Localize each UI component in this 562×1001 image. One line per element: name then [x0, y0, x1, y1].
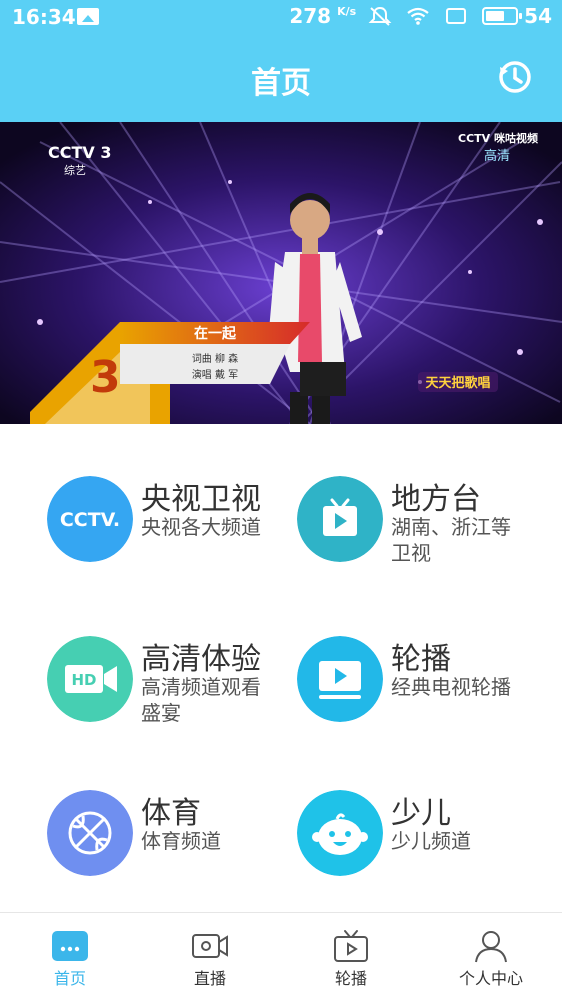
app-header: 16:34 278 K/s 54 首页 — [0, 0, 562, 122]
svg-text:3: 3 — [90, 352, 121, 403]
video-frame: CCTV 3 综艺 CCTV 咪咕视频 高清 3 在一起 词曲 柳 森 演唱 戴… — [0, 122, 562, 424]
category-name: 少儿 — [391, 796, 451, 831]
tv-icon — [297, 476, 383, 562]
category-desc: 高清频道观看盛宴 — [141, 675, 261, 725]
battery-level: 54 — [524, 4, 552, 28]
category-name: 央视卫视 — [141, 482, 261, 517]
category-carousel[interactable]: 轮播 经典电视轮播 — [297, 636, 547, 746]
net-speed-unit: K/s — [337, 4, 357, 18]
show-logo: 天天把歌唱 — [425, 375, 490, 391]
tab-label: 直播 — [193, 969, 226, 988]
corner-logo: CCTV 咪咕视频 — [458, 131, 538, 145]
battery-icon — [482, 7, 523, 25]
video-camera-icon — [192, 934, 228, 958]
channel-logo: CCTV 3 — [48, 143, 111, 162]
tab-label: 轮播 — [334, 969, 367, 988]
play-screen-icon — [297, 636, 383, 722]
category-name: 高清体验 — [141, 642, 261, 677]
home-icon — [52, 931, 88, 961]
category-local[interactable]: 地方台 湖南、浙江等卫视 — [297, 476, 547, 586]
tab-live[interactable]: 直播 — [140, 913, 280, 1001]
status-time: 16:34 — [12, 5, 76, 29]
mute-icon — [368, 6, 392, 26]
gallery-notification-icon — [77, 8, 99, 25]
status-bar: 16:34 278 K/s 54 — [0, 0, 562, 36]
category-name: 轮播 — [391, 642, 451, 677]
category-name: 体育 — [141, 796, 201, 831]
channel-sub: 综艺 — [64, 163, 86, 177]
category-desc: 体育频道 — [141, 829, 221, 853]
category-sports[interactable]: 体育 体育频道 — [47, 790, 297, 900]
wifi-icon — [407, 7, 429, 25]
svg-text:HD: HD — [71, 671, 96, 689]
history-icon[interactable] — [496, 58, 534, 96]
tab-label: 首页 — [53, 969, 86, 988]
sim-icon — [446, 8, 467, 24]
credit-line-2: 演唱 戴 军 — [192, 368, 238, 381]
category-desc: 经典电视轮播 — [391, 675, 511, 699]
bottom-tab-bar: 首页 直播 轮播 个人中心 — [0, 912, 562, 1000]
category-desc: 湖南、浙江等卫视 — [391, 515, 511, 565]
status-right: 278 K/s 54 — [289, 4, 552, 28]
person-icon — [475, 931, 507, 963]
category-name: 地方台 — [391, 482, 481, 517]
net-speed: 278 — [289, 4, 332, 28]
cctv-icon: CCTV. — [47, 476, 133, 562]
page-title: 首页 — [251, 66, 311, 101]
category-kids[interactable]: 少儿 少儿频道 — [297, 790, 547, 900]
baby-face-icon — [297, 790, 383, 876]
category-hd[interactable]: HD 高清体验 高清频道观看盛宴 — [47, 636, 297, 746]
credit-line-1: 词曲 柳 森 — [192, 352, 238, 365]
svg-text:CCTV.: CCTV. — [60, 509, 120, 531]
category-desc: 少儿频道 — [391, 829, 471, 853]
category-grid: CCTV. 央视卫视 央视各大频道 地方台 湖南、浙江等卫视 HD 高清体验 高… — [0, 424, 562, 912]
tab-carousel[interactable]: 轮播 — [281, 913, 421, 1001]
hd-camera-icon: HD — [47, 636, 133, 722]
tab-profile[interactable]: 个人中心 — [421, 913, 561, 1001]
song-title: 在一起 — [194, 325, 237, 342]
tv-play-icon — [334, 930, 368, 962]
corner-sub: 高清 — [484, 148, 510, 164]
video-player[interactable]: CCTV 3 综艺 CCTV 咪咕视频 高清 3 在一起 词曲 柳 森 演唱 戴… — [0, 122, 562, 424]
category-cctv[interactable]: CCTV. 央视卫视 央视各大频道 — [47, 476, 297, 586]
basketball-icon — [47, 790, 133, 876]
tab-label: 个人中心 — [458, 969, 523, 988]
tab-home[interactable]: 首页 — [0, 913, 140, 1001]
category-desc: 央视各大频道 — [141, 515, 261, 539]
